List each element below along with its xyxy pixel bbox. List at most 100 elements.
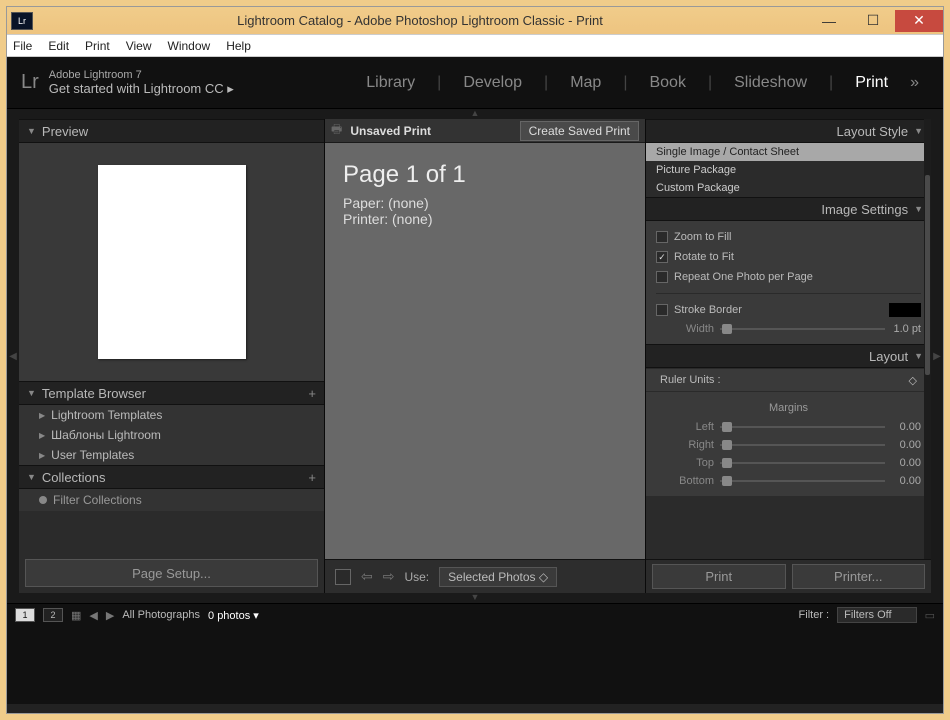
window-mode-1-button[interactable]: 1 <box>15 608 35 622</box>
chevron-down-icon: ▼ <box>27 388 36 398</box>
print-canvas: Page 1 of 1 Paper: (none) Printer: (none… <box>325 143 645 559</box>
add-collection-icon[interactable]: + <box>308 470 316 485</box>
lr-logo: Lr <box>21 71 39 94</box>
margin-bottom-label: Bottom <box>656 475 720 487</box>
margin-right-label: Right <box>656 439 720 451</box>
preview-panel-header[interactable]: ▼Preview <box>19 119 324 143</box>
rotate-fit-checkbox[interactable] <box>656 251 668 263</box>
stroke-width-value: 1.0 pt <box>885 323 921 335</box>
menu-view[interactable]: View <box>126 39 152 53</box>
image-settings-body: Zoom to Fill Rotate to Fit Repeat One Ph… <box>646 221 931 344</box>
module-print[interactable]: Print <box>845 74 898 92</box>
margin-left-slider[interactable] <box>720 426 885 428</box>
paper-info: Paper: (none) <box>343 195 627 211</box>
preview-body <box>19 143 324 381</box>
layout-style-single[interactable]: Single Image / Contact Sheet <box>646 143 931 161</box>
menu-help[interactable]: Help <box>226 39 251 53</box>
layout-style-custom[interactable]: Custom Package <box>646 179 931 197</box>
image-settings-header[interactable]: Image Settings▼ <box>646 197 931 221</box>
menu-edit[interactable]: Edit <box>48 39 69 53</box>
collapse-left-icon[interactable]: ◀ <box>7 119 19 593</box>
module-library[interactable]: Library <box>356 74 425 92</box>
margin-top-value: 0.00 <box>885 457 921 469</box>
module-slideshow[interactable]: Slideshow <box>724 74 817 92</box>
margin-right-slider[interactable] <box>720 444 885 446</box>
collapse-right-icon[interactable]: ▶ <box>931 119 943 593</box>
printer-info: Printer: (none) <box>343 211 627 227</box>
source-label[interactable]: All Photographs <box>122 609 200 621</box>
select-all-checkbox[interactable] <box>335 569 351 585</box>
template-browser-header[interactable]: ▼ Template Browser + <box>19 381 324 405</box>
nav-back-icon[interactable]: ◀ <box>89 609 97 622</box>
menubar: File Edit Print View Window Help <box>7 35 943 57</box>
nav-fwd-icon[interactable]: ▶ <box>106 609 114 622</box>
module-map[interactable]: Map <box>560 74 611 92</box>
menu-file[interactable]: File <box>13 39 32 53</box>
repeat-photo-checkbox[interactable] <box>656 271 668 283</box>
layout-style-picture[interactable]: Picture Package <box>646 161 931 179</box>
template-folder[interactable]: ▶User Templates <box>19 445 324 465</box>
layout-label: Layout <box>869 349 908 364</box>
collapse-top-icon[interactable]: ▲ <box>7 109 943 119</box>
grid-icon[interactable]: ▦ <box>71 609 81 622</box>
maximize-button[interactable]: ☐ <box>851 10 895 32</box>
printer-button[interactable]: Printer... <box>792 564 926 589</box>
module-develop[interactable]: Develop <box>453 74 532 92</box>
right-scrollbar[interactable] <box>924 119 931 559</box>
chevron-down-icon: ▼ <box>27 126 36 136</box>
margin-top-slider[interactable] <box>720 462 885 464</box>
page-setup-button[interactable]: Page Setup... <box>25 559 318 587</box>
image-settings-label: Image Settings <box>821 202 908 217</box>
filmstrip-toolbar: 1 2 ▦ ◀ ▶ All Photographs 0 photos ▾ Fil… <box>7 604 943 626</box>
photo-count[interactable]: 0 photos ▾ <box>208 609 259 622</box>
identity-plate[interactable]: Adobe Lightroom 7 Get started with Light… <box>49 69 234 97</box>
collections-label: Collections <box>42 470 106 485</box>
template-folder[interactable]: ▶Lightroom Templates <box>19 405 324 425</box>
margin-bottom-slider[interactable] <box>720 480 885 482</box>
minimize-button[interactable]: — <box>807 10 851 32</box>
menu-print[interactable]: Print <box>85 39 110 53</box>
app-window: Lr Lightroom Catalog - Adobe Photoshop L… <box>6 6 944 714</box>
module-more-icon[interactable]: » <box>900 74 929 92</box>
identity-line2: Get started with Lightroom CC ▸ <box>49 81 234 97</box>
stroke-border-checkbox[interactable] <box>656 304 668 316</box>
create-saved-print-button[interactable]: Create Saved Print <box>520 121 639 141</box>
stroke-border-label: Stroke Border <box>674 304 742 316</box>
ruler-units-row[interactable]: Ruler Units :◇ <box>646 368 931 392</box>
filmstrip-body[interactable] <box>7 626 943 704</box>
template-folder[interactable]: ▶Шаблоны Lightroom <box>19 425 324 445</box>
next-page-icon[interactable]: ⇨ <box>383 568 395 585</box>
margin-left-label: Left <box>656 421 720 433</box>
unsaved-print-label: Unsaved Print <box>350 124 431 138</box>
margins-label: Margins <box>656 398 921 418</box>
template-browser-label: Template Browser <box>42 386 146 401</box>
chevron-down-icon: ▼ <box>914 126 923 136</box>
filmstrip-scrollbar[interactable] <box>7 704 943 713</box>
prev-page-icon[interactable]: ⇦ <box>361 568 373 585</box>
margin-top-label: Top <box>656 457 720 469</box>
filter-dropdown[interactable]: Filters Off <box>837 607 916 623</box>
margin-bottom-value: 0.00 <box>885 475 921 487</box>
close-button[interactable]: ✕ <box>895 10 943 32</box>
layout-style-header[interactable]: Layout Style▼ <box>646 119 931 143</box>
stroke-color-swatch[interactable] <box>889 303 921 317</box>
add-template-icon[interactable]: + <box>308 386 316 401</box>
filter-collections-input[interactable]: Filter Collections <box>19 489 324 511</box>
zoom-fill-checkbox[interactable] <box>656 231 668 243</box>
center-panel: 🖶 Unsaved Print Create Saved Print Page … <box>325 119 645 593</box>
identity-line1: Adobe Lightroom 7 <box>49 69 234 81</box>
stroke-width-slider[interactable] <box>720 328 885 330</box>
app-body: Lr Adobe Lightroom 7 Get started with Li… <box>7 57 943 713</box>
collections-header[interactable]: ▼Collections+ <box>19 465 324 489</box>
window-mode-2-button[interactable]: 2 <box>43 608 63 622</box>
module-book[interactable]: Book <box>639 74 695 92</box>
use-dropdown[interactable]: Selected Photos ◇ <box>439 567 557 587</box>
print-button[interactable]: Print <box>652 564 786 589</box>
margin-right-value: 0.00 <box>885 439 921 451</box>
layout-header[interactable]: Layout▼ <box>646 344 931 368</box>
filmstrip: 1 2 ▦ ◀ ▶ All Photographs 0 photos ▾ Fil… <box>7 603 943 713</box>
filter-lock-icon[interactable]: ▭ <box>925 609 935 622</box>
margin-left-value: 0.00 <box>885 421 921 433</box>
menu-window[interactable]: Window <box>168 39 211 53</box>
collapse-bottom-icon[interactable]: ▼ <box>7 593 943 603</box>
